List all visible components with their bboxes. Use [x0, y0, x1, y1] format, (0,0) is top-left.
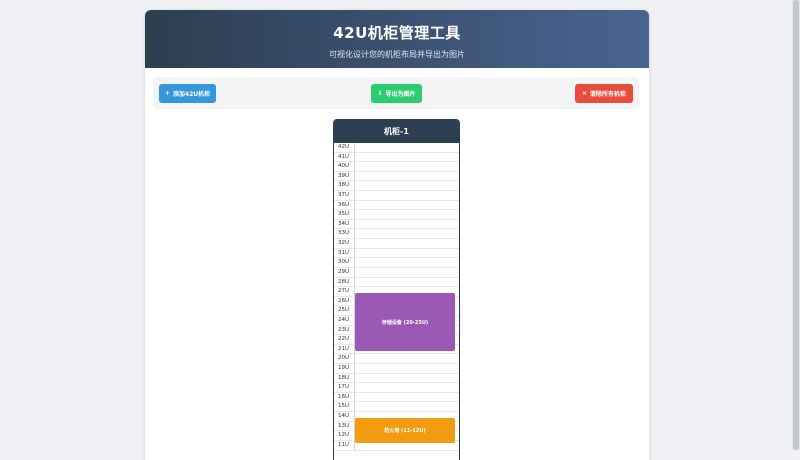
rack-unit-row[interactable]: 41U — [334, 152, 459, 163]
add-rack-button[interactable]: + 添加42U机柜 — [159, 84, 216, 103]
clear-racks-label: 清除所有机柜 — [590, 91, 627, 98]
rack-unit-slot[interactable] — [354, 383, 459, 392]
rack-unit-slot[interactable] — [354, 171, 459, 181]
rack-unit-label: 41U — [338, 153, 350, 160]
close-icon: × — [581, 90, 587, 97]
rack-unit-slot[interactable] — [354, 152, 459, 162]
rack-unit-row[interactable]: 32U — [334, 239, 459, 249]
rack-unit-label: 20U — [338, 355, 350, 362]
rack-unit-label: 39U — [338, 172, 350, 179]
rack-unit-slot[interactable] — [354, 364, 459, 373]
rack-unit-slot[interactable] — [354, 392, 459, 402]
rack-unit-label: 34U — [338, 220, 350, 227]
rack-unit-label: 14U — [338, 413, 350, 420]
rack-unit-slot[interactable] — [354, 239, 459, 248]
rack-cabinet[interactable]: 机柜-1 42U 41U 40U 39U 38U 37U 36U 35U 34U 33U 32U 31… — [333, 119, 460, 460]
rack-unit-label: 12U — [338, 432, 350, 439]
rack-unit-label: 38U — [338, 182, 350, 189]
rack-unit-slot[interactable] — [354, 354, 459, 364]
rack-unit-label: 11U — [338, 441, 350, 448]
rack-unit-label: 28U — [338, 278, 350, 285]
rack-unit-label: 33U — [338, 230, 350, 237]
download-icon: ⇩ — [377, 90, 383, 97]
device-label: 存储设备 (20-25U) — [381, 319, 429, 326]
rack-unit-label: 22U — [338, 336, 350, 343]
rack-unit-row[interactable]: 34U — [334, 219, 459, 230]
rack-unit-label: 15U — [338, 403, 350, 410]
rack-unit-slot[interactable] — [354, 210, 459, 219]
rack-unit-label: 31U — [338, 249, 350, 256]
rack-unit-row[interactable]: 17U — [334, 383, 459, 393]
rack-unit-slot[interactable] — [354, 258, 459, 267]
rack-unit-label: 29U — [338, 268, 350, 275]
scrollbar-thumb[interactable] — [793, 0, 799, 450]
rack-unit-slot[interactable] — [354, 277, 459, 287]
page-scrollbar[interactable] — [792, 0, 800, 450]
rack-device-firewall[interactable]: 防火墙 (11-12U) — [355, 418, 455, 443]
rack-unit-row[interactable]: 29U — [334, 267, 459, 278]
rack-unit-slot[interactable] — [354, 267, 459, 277]
rack-unit-label: 16U — [338, 393, 350, 400]
rack-unit-label: 13U — [338, 422, 350, 429]
rack-unit-row[interactable]: 42U — [334, 143, 459, 153]
rack-unit-label: 30U — [338, 259, 350, 266]
rack-unit-label: 18U — [338, 374, 350, 381]
rack-unit-label: 17U — [338, 384, 350, 391]
rack-device-storage[interactable]: 存储设备 (20-25U) — [355, 293, 455, 351]
rack-unit-row[interactable]: 33U — [334, 229, 459, 240]
rack-unit-label: 19U — [338, 365, 350, 372]
rack-unit-label: 23U — [338, 326, 350, 333]
rack-unit-slot[interactable] — [354, 402, 459, 412]
rack-unit-row[interactable]: 40U — [334, 162, 459, 172]
device-label: 防火墙 (11-12U) — [384, 428, 426, 434]
rack-unit-slot[interactable] — [354, 181, 459, 191]
rack-title: 机柜-1 — [334, 120, 459, 143]
rack-unit-slot[interactable] — [354, 219, 459, 229]
app-container: 42U机柜管理工具 可视化设计您的机柜布局并导出为图片 + 添加42U机柜 ⇩ … — [145, 10, 649, 460]
rack-unit-row[interactable]: 36U — [334, 200, 459, 211]
rack-unit-row[interactable]: 20U — [334, 354, 459, 365]
page-subtitle: 可视化设计您的机柜布局并导出为图片 — [329, 50, 465, 59]
rack-unit-label: 42U — [338, 144, 350, 150]
rack-unit-label: 40U — [338, 163, 350, 170]
rack-unit-row[interactable]: 37U — [334, 191, 459, 201]
rack-unit-label: 24U — [338, 316, 350, 323]
rack-unit-label: 27U — [338, 288, 350, 295]
rack-unit-row[interactable]: 15U — [334, 402, 459, 413]
rack-unit-label: 37U — [338, 192, 350, 199]
rack-unit-label: 26U — [338, 297, 350, 304]
rack-unit-label: 35U — [338, 211, 350, 218]
rack-unit-slot[interactable] — [354, 191, 459, 200]
export-image-label: 导出为图片 — [385, 91, 416, 98]
rack-unit-slot[interactable] — [354, 229, 459, 239]
rack-unit-row[interactable]: 28U — [334, 277, 459, 288]
rack-unit-slot[interactable] — [354, 162, 459, 171]
rack-unit-slot[interactable] — [354, 373, 459, 383]
rack-unit-label: 21U — [338, 345, 350, 352]
rack-unit-row[interactable]: 35U — [334, 210, 459, 220]
export-image-button[interactable]: ⇩ 导出为图片 — [371, 84, 422, 103]
rack-unit-label: 25U — [338, 307, 350, 314]
rack-unit-label: 32U — [338, 240, 350, 247]
clear-racks-button[interactable]: × 清除所有机柜 — [575, 84, 633, 103]
rack-unit-slot[interactable] — [354, 143, 459, 152]
rack-unit-row[interactable]: 18U — [334, 373, 459, 384]
page-title: 42U机柜管理工具 — [333, 24, 461, 42]
rack-unit-row[interactable]: 19U — [334, 364, 459, 374]
add-rack-label: 添加42U机柜 — [172, 91, 211, 98]
rack-unit-label: 36U — [338, 201, 350, 208]
rack-unit-slot[interactable] — [354, 200, 459, 210]
app-header: 42U机柜管理工具 可视化设计您的机柜布局并导出为图片 — [145, 10, 649, 68]
rack-unit-row[interactable]: 30U — [334, 258, 459, 268]
rack-unit-slot[interactable] — [354, 248, 459, 258]
toolbar: + 添加42U机柜 ⇩ 导出为图片 × 清除所有机柜 — [153, 77, 639, 109]
rack-unit-row[interactable]: 31U — [334, 248, 459, 259]
rack-unit-row[interactable]: 38U — [334, 181, 459, 192]
rack-unit-row[interactable]: 16U — [334, 392, 459, 403]
rack-unit-row[interactable]: 39U — [334, 171, 459, 182]
plus-icon: + — [164, 90, 170, 97]
